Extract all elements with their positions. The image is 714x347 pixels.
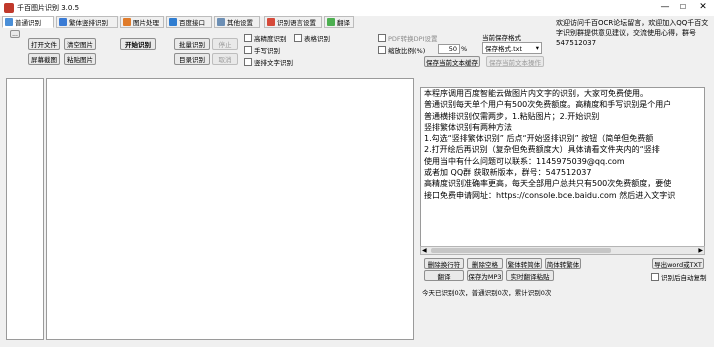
tab-bar: 普通识别 繁体竖排识别 图片处理 百度接口 其他设置 识别语言设置 翻译 [0, 16, 552, 29]
scroll-right-icon[interactable]: ▶ [698, 247, 703, 254]
tab-other-settings[interactable]: 其他设置 [214, 16, 260, 28]
ocr-result-textarea[interactable]: 本程序调用百度智能云做图片内文字的识别，大家可免费使用。 普通识别每天单个用户有… [420, 87, 705, 255]
simp-to-trad-button[interactable]: 简体转繁体 [545, 258, 581, 269]
vertical-text-checkbox[interactable]: 竖排文字识别 [244, 57, 293, 67]
auto-copy-checkbox[interactable]: 识别后自动复制 [651, 272, 707, 282]
image-preview-area[interactable] [46, 78, 414, 340]
save-text-cache-button[interactable]: 保存当前文本缓存 [424, 56, 480, 67]
trad-to-simp-button[interactable]: 繁体转简体 [506, 258, 542, 269]
export-word-button[interactable]: 导出word或TXT [652, 258, 704, 269]
save-format-select[interactable]: 保存格式.txt ▾ [482, 42, 542, 54]
tab-vertical-traditional[interactable]: 繁体竖排识别 [56, 16, 118, 28]
status-area: 今天已识别0次，普通识别0次，累计识别0次 [420, 284, 705, 342]
save-text-operation-button[interactable]: 保存当前文本操作 [486, 56, 544, 67]
paste-image-button[interactable]: 粘贴图片 [64, 53, 96, 65]
text-line: 本程序调用百度智能云做图片内文字的识别，大家可免费使用。 [424, 89, 648, 98]
folder-recognize-button[interactable]: 目录识别 [174, 53, 210, 65]
delete-newlines-button[interactable]: 删除换行符 [424, 258, 464, 269]
batch-recognize-button[interactable]: 批量识别 [174, 38, 210, 50]
text-line: 普通横排识别仅需两步，1.粘贴图片；2.开始识别 [424, 111, 600, 121]
text-line: 接口免费申请网址：https://console.bce.baidu.com 然… [424, 190, 676, 200]
document-icon [5, 18, 13, 26]
stop-button[interactable]: 停止 [212, 38, 238, 50]
app-icon [4, 3, 14, 13]
handwriting-checkbox[interactable]: 手写识别 [244, 45, 280, 55]
text-line: 高精度识别准确率更高，每天全部用户总共只有500次免费额度，要使 [424, 179, 672, 189]
text-line: 普通识别每天单个用户有500次免费额度。高精度和手写识别是个用户 [424, 100, 672, 110]
text-line: 1.勾选“竖排繁体识别” 后点“开始竖排识别” 按钮（简单但免费额 [424, 134, 654, 144]
scale-input[interactable]: 50 [438, 44, 460, 54]
auto-scale-checkbox[interactable]: 缩放比例(%) [378, 45, 425, 55]
status-text: 今天已识别0次，普通识别0次，累计识别0次 [422, 289, 552, 297]
translate-button[interactable]: 翻译 [424, 270, 464, 281]
text-line: 使用当中有什么问题可以联系：1145975039@qq.com [424, 156, 625, 166]
table-recognize-checkbox[interactable]: 表格识别 [294, 33, 330, 43]
scroll-left-icon[interactable]: ◀ [422, 247, 427, 254]
text-line: 2.打开绘后再识别（复杂但免费额度大）具体请看文件夹内的“竖排 [424, 145, 660, 155]
high-precision-checkbox[interactable]: 高精度识别 [244, 33, 287, 43]
chevron-down-icon: ▾ [535, 44, 539, 52]
thumbnail-list[interactable] [6, 78, 44, 340]
text-line: 竖排繁体识别有两种方法 [424, 122, 512, 132]
close-button[interactable]: ✕ [694, 1, 712, 14]
tab-translate[interactable]: 翻译 [324, 16, 354, 28]
image-icon [123, 18, 131, 26]
text-icon [59, 18, 67, 26]
delete-spaces-button[interactable]: 删除空格 [467, 258, 503, 269]
open-file-button[interactable]: 打开文件 [28, 38, 60, 50]
cancel-button[interactable]: 取消 [212, 53, 238, 65]
maximize-button[interactable]: ☐ [674, 1, 692, 14]
horizontal-scrollbar[interactable]: ◀ ▶ [420, 246, 705, 255]
save-format-label: 当前保存格式 [482, 34, 521, 42]
tab-image-processing[interactable]: 图片处理 [120, 16, 164, 28]
tab-language-settings[interactable]: 识别语言设置 [264, 16, 322, 28]
scrollbar-thumb[interactable] [431, 248, 611, 253]
clear-image-button[interactable]: 清空图片 [64, 38, 96, 50]
language-icon [267, 18, 275, 26]
pdf-dpi-checkbox[interactable]: PDF转换DPI设置 [378, 33, 438, 43]
start-recognize-button[interactable]: 开始识别 [120, 38, 156, 50]
screenshot-button[interactable]: 屏幕截图 [28, 53, 60, 65]
title-bar: 千百图片识别 3.0.5 — ☐ ✕ [0, 0, 714, 16]
api-icon [169, 18, 177, 26]
minimize-button[interactable]: — [656, 1, 674, 14]
tab-baidu-api[interactable]: 百度接口 [166, 16, 212, 28]
tab-normal-ocr[interactable]: 普通识别 [2, 16, 54, 28]
more-button[interactable]: ... [10, 30, 20, 38]
settings-icon [217, 18, 225, 26]
notice-text: 欢迎访问千百OCR论坛留言，欢迎加入QQ千百文字识别群提供意见建议，交流使用心得… [556, 19, 709, 47]
window-title: 千百图片识别 3.0.5 [17, 4, 80, 12]
scale-unit-label: % [461, 45, 468, 53]
save-mp3-button[interactable]: 保存为MP3 [467, 270, 503, 281]
realtime-translate-button[interactable]: 实时翻译粘贴 [506, 270, 554, 281]
text-line: 或者加 QQ群 获取新版本，群号：547512037 [424, 168, 592, 178]
translate-icon [327, 18, 335, 26]
